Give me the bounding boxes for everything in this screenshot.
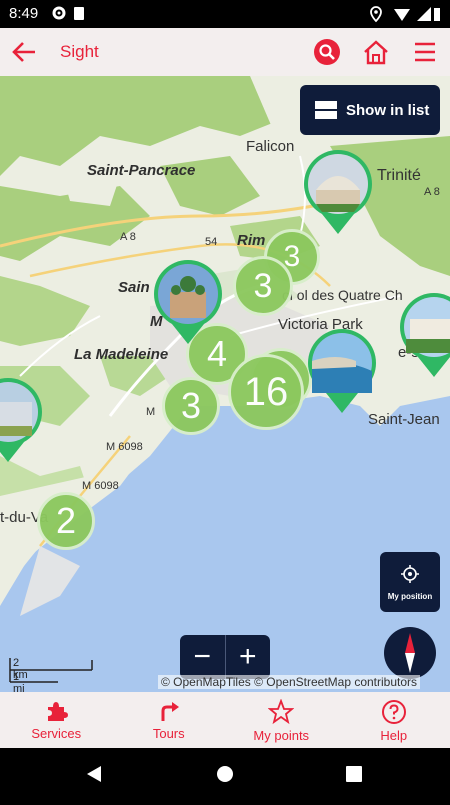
place-label-la-madeleine: La Madeleine — [74, 346, 168, 363]
road-label-a8: A 8 — [120, 231, 136, 243]
place-label-saint-pancrace: Saint-Pancrace — [87, 162, 195, 179]
map-view[interactable]: Falicon Saint-Pancrace Trinité Rim Sain … — [0, 76, 450, 692]
nav-label: Help — [380, 728, 407, 743]
show-in-list-label: Show in list — [346, 102, 429, 119]
scale-mi-label: 1 mi — [13, 671, 25, 692]
cluster-marker[interactable]: 3 — [233, 256, 293, 316]
zoom-out-button[interactable]: − — [180, 635, 226, 679]
search-icon[interactable] — [312, 37, 342, 67]
compass-icon — [384, 627, 436, 679]
back-triangle-icon[interactable] — [87, 766, 101, 782]
status-right-icons — [370, 5, 442, 27]
recents-square-icon[interactable] — [346, 766, 362, 782]
nav-label: Tours — [153, 726, 185, 741]
road-label-54: 54 — [205, 236, 217, 248]
crosshair-icon — [400, 564, 420, 584]
my-position-button[interactable]: My position — [380, 552, 440, 612]
star-icon — [268, 699, 294, 725]
back-arrow-icon[interactable] — [8, 38, 40, 66]
settings-sd-icon — [52, 5, 92, 21]
page-title: Sight — [60, 42, 99, 62]
home-icon[interactable] — [361, 37, 391, 67]
location-wifi-battery-icon — [370, 5, 442, 23]
system-nav-bar — [0, 748, 450, 800]
map-attribution[interactable]: © OpenMapTiles © OpenStreetMap contribut… — [158, 675, 420, 689]
sight-pin-cathedral[interactable] — [152, 258, 224, 346]
road-label-m: M — [146, 406, 155, 418]
road-label-m6098-2: M 6098 — [82, 480, 119, 492]
place-label-rimiez: Rim — [237, 232, 265, 249]
sight-pin-stadium[interactable] — [0, 376, 44, 464]
place-label-falicon: Falicon — [246, 138, 294, 155]
my-position-label: My position — [380, 592, 440, 601]
list-icon — [314, 100, 338, 120]
cluster-marker[interactable]: 16 — [228, 354, 304, 430]
bottom-nav: Services Tours My points Help — [0, 692, 450, 748]
app-bar: Sight — [0, 28, 450, 76]
place-label-saint: Sain — [118, 279, 150, 296]
nav-item-services[interactable]: Services — [0, 692, 113, 748]
help-icon — [381, 699, 407, 725]
place-label-saint-jean: Saint-Jean — [368, 411, 440, 428]
nav-item-help[interactable]: Help — [338, 692, 450, 748]
status-left-icons — [52, 5, 92, 25]
place-label-col: ol ol des Quatre Ch — [282, 287, 403, 303]
puzzle-icon — [44, 699, 68, 723]
menu-icon[interactable] — [410, 37, 440, 67]
system-nav-icons — [0, 748, 450, 800]
zoom-in-button[interactable]: + — [226, 635, 271, 679]
cluster-marker[interactable]: 3 — [162, 377, 220, 435]
nav-item-my-points[interactable]: My points — [225, 692, 338, 748]
nav-label: My points — [253, 728, 309, 743]
nav-label: Services — [31, 726, 81, 741]
road-label-a8-right: A 8 — [424, 186, 440, 198]
nav-item-tours[interactable]: Tours — [113, 692, 226, 748]
sight-pin-bay[interactable] — [306, 327, 378, 415]
zoom-controls: − + — [180, 635, 270, 679]
show-in-list-button[interactable]: Show in list — [300, 85, 440, 135]
place-label-trinite: Trinité — [377, 167, 421, 185]
compass-button[interactable] — [384, 627, 436, 679]
home-circle-icon[interactable] — [217, 766, 233, 782]
cluster-marker[interactable]: 2 — [37, 492, 95, 550]
road-label-m6098: M 6098 — [106, 441, 143, 453]
sight-pin-observatory[interactable] — [302, 148, 374, 236]
sight-pin-villa[interactable] — [398, 291, 450, 379]
turn-arrow-icon — [157, 699, 181, 723]
status-bar: 8:49 — [0, 0, 450, 28]
status-time: 8:49 — [9, 5, 38, 22]
